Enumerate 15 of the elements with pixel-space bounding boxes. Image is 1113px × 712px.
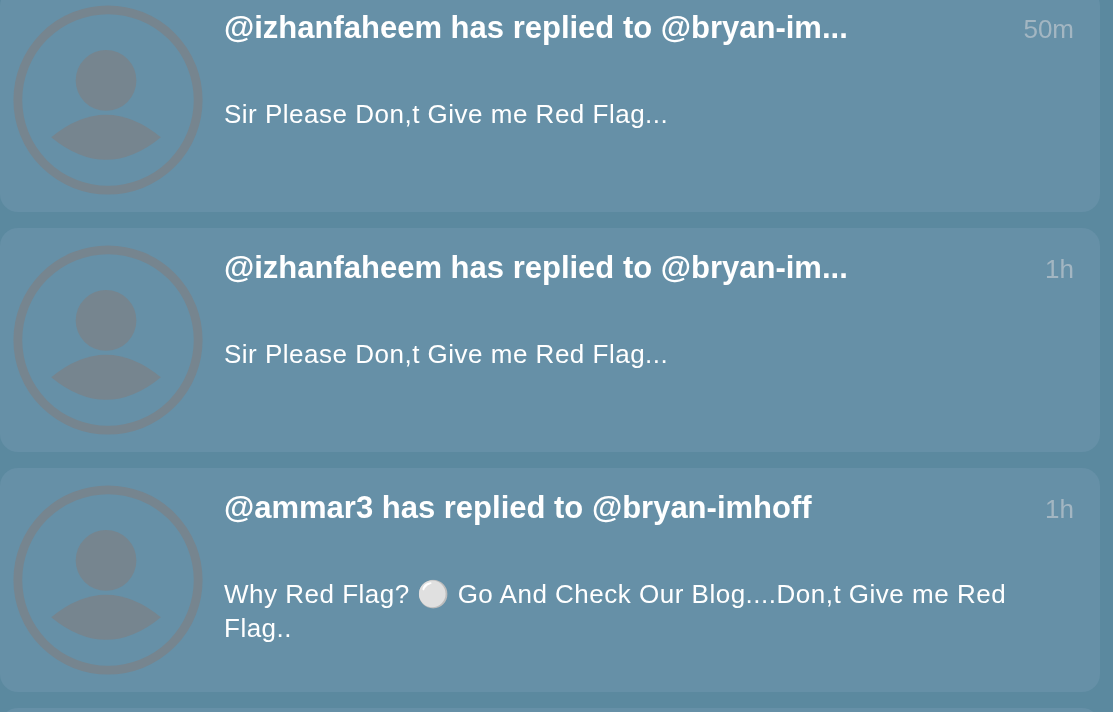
notification-message: Sir Please Don,t Give me Red Flag... bbox=[224, 98, 670, 131]
notification-time: 50m bbox=[1023, 14, 1074, 45]
avatar-placeholder-icon bbox=[10, 482, 206, 678]
notification-message: Why Red Flag? ⚪ Go And Check Our Blog....Don,t Give me Red Flag.. bbox=[224, 578, 1008, 645]
notification-title: @izhanfaheem has replied to @bryan-im... bbox=[224, 10, 848, 46]
notification-message: Sir Please Don,t Give me Red Flag... bbox=[224, 338, 670, 371]
notification-time: 1h bbox=[1045, 494, 1074, 525]
notification-card[interactable]: @ammar3 has replied to @bryan-imhoff 1h Why Red Flag? ⚪ Go And Check Our Blog....Don,t Give me Red Flag.. bbox=[0, 468, 1100, 692]
notification-title: @izhanfaheem has replied to @bryan-im... bbox=[224, 250, 848, 286]
avatar-placeholder-icon bbox=[10, 2, 206, 198]
notification-time: 1h bbox=[1045, 254, 1074, 285]
notification-title: @ammar3 has replied to @bryan-imhoff bbox=[224, 490, 812, 526]
notification-card[interactable]: @izhanfaheem has replied to @bryan-im... 1h Sir Please Don,t Give me Red Flag... bbox=[0, 228, 1100, 452]
notification-card[interactable]: @izhanfaheem has replied to @bryan-im... 50m Sir Please Don,t Give me Red Flag... bbox=[0, 0, 1100, 212]
avatar-placeholder-icon bbox=[10, 242, 206, 438]
